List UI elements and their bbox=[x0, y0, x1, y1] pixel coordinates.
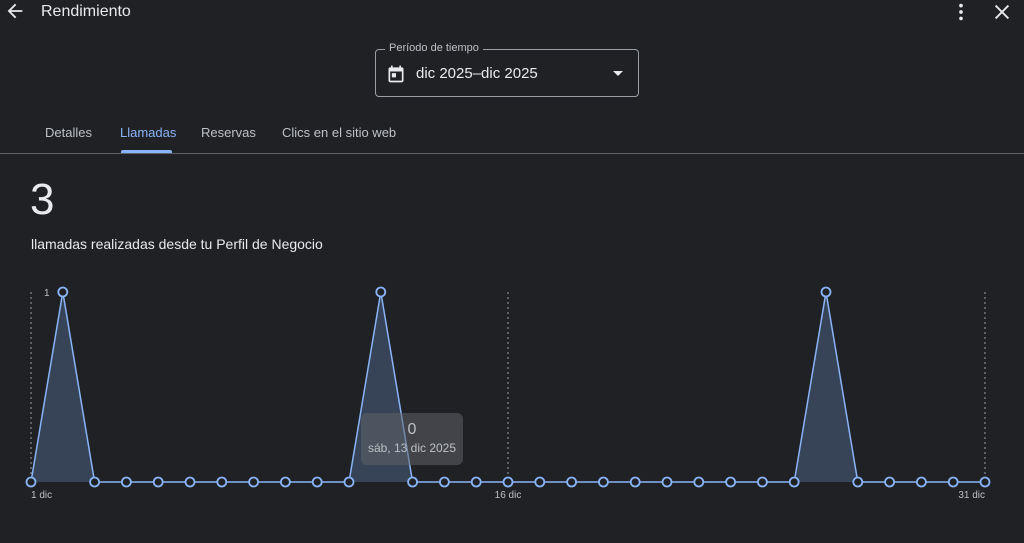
x-tick-label-1: 1 dic bbox=[31, 490, 52, 501]
data-point-12 bbox=[375, 286, 387, 298]
more-vert-icon[interactable] bbox=[950, 1, 972, 23]
data-point-19 bbox=[598, 476, 609, 488]
data-point-3 bbox=[89, 476, 100, 488]
data-point-31 bbox=[979, 476, 991, 488]
data-point-16 bbox=[502, 476, 514, 488]
calls-chart: 1 1 dic 16 dic 31 dic bbox=[25, 286, 991, 501]
x-tick-label-31: 31 dic bbox=[958, 490, 985, 501]
tab-bar: Detalles Llamadas Reservas Clics en el s… bbox=[0, 110, 1024, 154]
data-point-27 bbox=[852, 476, 864, 488]
period-select[interactable]: Período de tiempo dic 2025–dic 2025 bbox=[375, 42, 639, 97]
tab-clics-sitio-web[interactable]: Clics en el sitio web bbox=[282, 125, 396, 140]
data-point-13 bbox=[407, 476, 419, 488]
page-title: Rendimiento bbox=[41, 3, 131, 20]
period-value: dic 2025–dic 2025 bbox=[416, 65, 538, 82]
data-point-14 bbox=[438, 476, 450, 488]
data-point-9 bbox=[279, 476, 291, 488]
calendar-icon bbox=[388, 65, 404, 83]
data-point-25 bbox=[788, 476, 800, 488]
data-point-30 bbox=[947, 476, 959, 488]
arrow-back-icon[interactable] bbox=[4, 0, 26, 22]
y-tick-label: 1 bbox=[44, 288, 50, 299]
data-point-8 bbox=[248, 476, 260, 488]
data-point-23 bbox=[725, 476, 736, 488]
data-point-15 bbox=[470, 476, 482, 488]
data-point-18 bbox=[566, 476, 577, 488]
data-point-28 bbox=[884, 476, 895, 488]
data-point-17 bbox=[534, 476, 546, 488]
header-bar: Rendimiento bbox=[0, 0, 1024, 26]
tooltip-date: sáb, 13 dic 2025 bbox=[367, 441, 457, 455]
active-tab-indicator bbox=[121, 150, 172, 153]
data-point-7 bbox=[216, 476, 228, 488]
period-label: Período de tiempo bbox=[385, 42, 483, 54]
data-point-2 bbox=[57, 286, 69, 298]
total-calls-description: llamadas realizadas desde tu Perfil de N… bbox=[31, 236, 323, 252]
tab-detalles[interactable]: Detalles bbox=[45, 125, 92, 140]
tooltip-value: 0 bbox=[407, 421, 417, 438]
dropdown-caret-icon bbox=[613, 71, 623, 76]
data-point-1 bbox=[25, 476, 37, 488]
data-point-6 bbox=[184, 476, 196, 488]
tab-reservas[interactable]: Reservas bbox=[201, 125, 256, 140]
data-point-22 bbox=[693, 476, 705, 488]
chart-tooltip: 0 sáb, 13 dic 2025 bbox=[361, 413, 463, 465]
data-point-10 bbox=[311, 476, 323, 488]
data-point-24 bbox=[757, 476, 768, 488]
data-point-5 bbox=[152, 476, 164, 488]
tab-llamadas[interactable]: Llamadas bbox=[120, 125, 176, 140]
data-point-29 bbox=[916, 476, 927, 488]
data-point-20 bbox=[629, 476, 641, 488]
data-point-4 bbox=[121, 476, 132, 488]
data-point-11 bbox=[343, 476, 355, 488]
data-point-26 bbox=[820, 286, 832, 298]
total-calls-value: 3 bbox=[30, 175, 55, 224]
close-icon[interactable] bbox=[990, 1, 1014, 23]
x-tick-label-16: 16 dic bbox=[495, 490, 522, 501]
data-point-21 bbox=[661, 476, 673, 488]
